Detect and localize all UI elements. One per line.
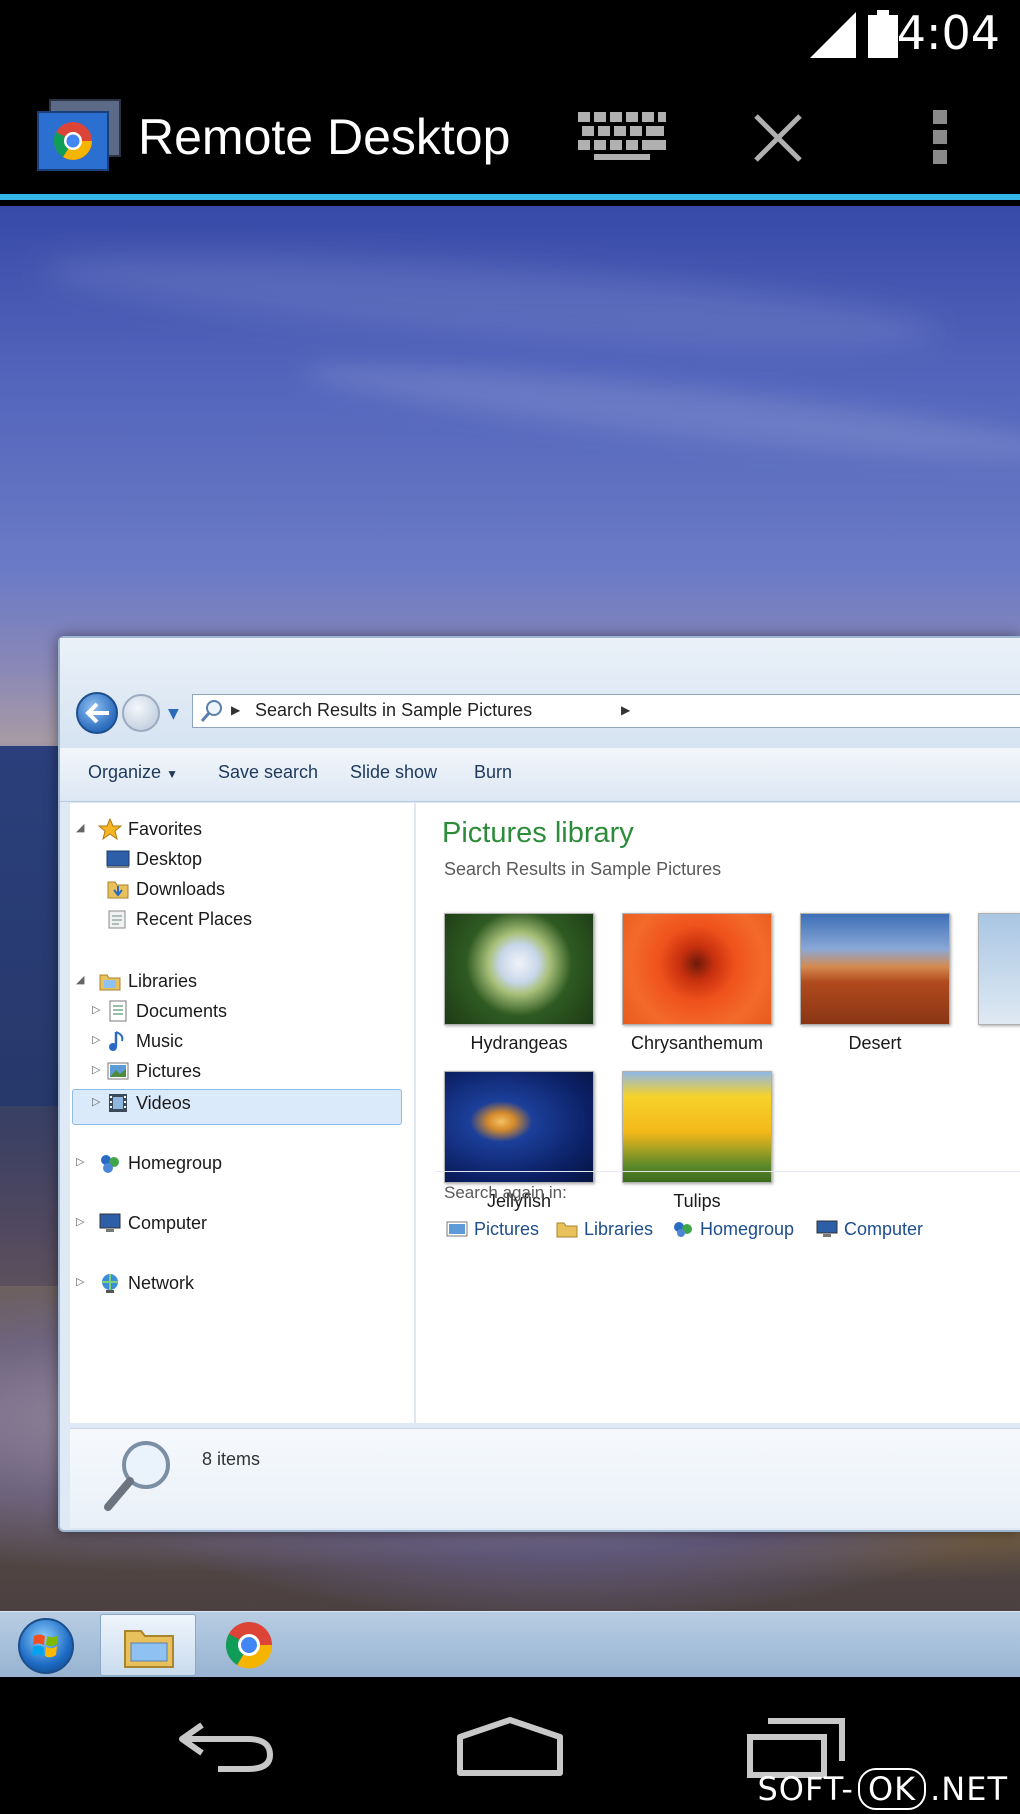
- clock: 4:04: [896, 6, 1000, 60]
- app-title: Remote Desktop: [138, 109, 511, 165]
- keyboard-icon[interactable]: [576, 110, 668, 162]
- command-bar: Organize ▼ Save search Slide show Burn: [60, 748, 1020, 802]
- burn-button[interactable]: Burn: [474, 762, 512, 783]
- breadcrumb-arrow-icon[interactable]: ▶: [621, 703, 630, 717]
- divider: [436, 1171, 1020, 1172]
- item-count: 8 items: [202, 1449, 261, 1469]
- content-pane: Pictures library Search Results in Sampl…: [416, 803, 1020, 1423]
- documents-icon: [109, 1000, 127, 1022]
- home-icon[interactable]: [456, 1717, 564, 1777]
- breadcrumb-arrow-icon[interactable]: ▶: [231, 703, 240, 717]
- close-icon[interactable]: [752, 112, 804, 164]
- signal-icon: [810, 12, 856, 58]
- penguins-image: [978, 913, 1020, 1025]
- back-arrow-icon: [85, 702, 109, 724]
- recent-places-icon: [108, 910, 126, 929]
- collapsed-triangle-icon[interactable]: ▷: [76, 1215, 84, 1228]
- chrome-remote-desktop-icon: [37, 99, 121, 171]
- pictures-icon: [107, 1062, 129, 1080]
- forward-button[interactable]: [122, 694, 160, 732]
- navigation-pane: ◢ Favorites Desktop Downloads Recent Pla…: [70, 803, 415, 1423]
- overflow-menu-icon[interactable]: [928, 106, 952, 170]
- details-pane: 8 items: [70, 1428, 1020, 1528]
- address-bar[interactable]: ▶ Search Results in Sample Pictures ▶: [192, 694, 1020, 728]
- jellyfish-image: [444, 1071, 594, 1183]
- search-again-homegroup-link[interactable]: Homegroup: [672, 1219, 794, 1240]
- folder-icon: [124, 1630, 174, 1668]
- computer-icon: [99, 1213, 121, 1232]
- videos-icon: [109, 1094, 127, 1112]
- library-subtitle: Search Results in Sample Pictures: [444, 859, 722, 879]
- collapsed-triangle-icon[interactable]: ▷: [76, 1275, 84, 1288]
- star-icon: [98, 818, 122, 840]
- battery-icon: [868, 10, 898, 58]
- computer-icon: [816, 1220, 838, 1237]
- recent-pages-dropdown-icon[interactable]: ▼: [168, 706, 179, 722]
- slide-show-button[interactable]: Slide show: [350, 762, 437, 783]
- search-again-computer-link[interactable]: Computer: [816, 1219, 923, 1240]
- downloads-icon: [107, 881, 129, 899]
- expanded-triangle-icon[interactable]: ◢: [76, 821, 84, 834]
- wallpaper-cloud: [299, 346, 1020, 476]
- dropdown-arrow-icon: ▼: [166, 767, 178, 781]
- tulips-image: [622, 1071, 772, 1183]
- libraries-icon: [99, 974, 121, 991]
- chrome-icon[interactable]: [224, 1620, 274, 1670]
- windows-taskbar: [0, 1611, 1020, 1677]
- start-button[interactable]: [18, 1618, 74, 1674]
- collapsed-triangle-icon[interactable]: ▷: [92, 1063, 100, 1076]
- search-again-pictures-link[interactable]: Pictures: [446, 1219, 539, 1240]
- watermark: SOFT- OK .NET: [757, 1768, 1008, 1810]
- collapsed-triangle-icon[interactable]: ▷: [92, 1003, 100, 1016]
- library-title: Pictures library: [442, 817, 634, 849]
- wallpaper-cloud: [38, 234, 942, 368]
- back-button[interactable]: [76, 692, 118, 734]
- hydrangeas-image: [444, 913, 594, 1025]
- homegroup-icon: [674, 1222, 692, 1237]
- search-again-libraries-link[interactable]: Libraries: [556, 1219, 653, 1240]
- network-icon: [102, 1274, 118, 1293]
- desert-image: [800, 913, 950, 1025]
- expanded-triangle-icon[interactable]: ◢: [76, 973, 84, 986]
- organize-button[interactable]: Organize ▼: [88, 762, 178, 783]
- save-search-button[interactable]: Save search: [218, 762, 318, 783]
- thumbnail-penguins[interactable]: P: [964, 913, 1020, 1063]
- thumbnail-hydrangeas[interactable]: Hydrangeas: [430, 913, 594, 1063]
- magnifier-icon: [104, 1441, 170, 1511]
- breadcrumb-search-results[interactable]: Search Results in Sample Pictures: [255, 700, 532, 721]
- homegroup-icon: [101, 1155, 119, 1173]
- remote-desktop-view[interactable]: ▼ ▶ Search Results in Sample Pictures ▶ …: [0, 206, 1020, 1611]
- android-nav-bar: SOFT- OK .NET: [0, 1677, 1020, 1814]
- search-icon: [200, 700, 222, 722]
- collapsed-triangle-icon[interactable]: ▷: [92, 1095, 100, 1108]
- collapsed-triangle-icon[interactable]: ▷: [76, 1155, 84, 1168]
- explorer-window[interactable]: ▼ ▶ Search Results in Sample Pictures ▶ …: [58, 636, 1020, 1532]
- thumbnail-desert[interactable]: Desert: [786, 913, 950, 1063]
- thumbnail-tulips[interactable]: Tulips: [608, 1071, 772, 1221]
- collapsed-triangle-icon[interactable]: ▷: [92, 1033, 100, 1046]
- back-icon[interactable]: [178, 1721, 274, 1773]
- taskbar-explorer-button[interactable]: [100, 1614, 196, 1676]
- action-bar: Remote Desktop: [0, 72, 1020, 200]
- thumbnail-chrysanthemum[interactable]: Chrysanthemum: [608, 913, 772, 1063]
- navigation-row: ▼ ▶ Search Results in Sample Pictures ▶: [60, 638, 1020, 748]
- pictures-icon: [446, 1221, 468, 1237]
- libraries-icon: [556, 1222, 578, 1238]
- status-bar: 4:04: [0, 0, 1020, 72]
- chrysanthemum-image: [622, 913, 772, 1025]
- music-icon: [109, 1031, 124, 1051]
- windows-logo-icon: [32, 1634, 58, 1658]
- search-again-label: Search again in:: [444, 1183, 567, 1202]
- desktop-icon: [106, 850, 130, 868]
